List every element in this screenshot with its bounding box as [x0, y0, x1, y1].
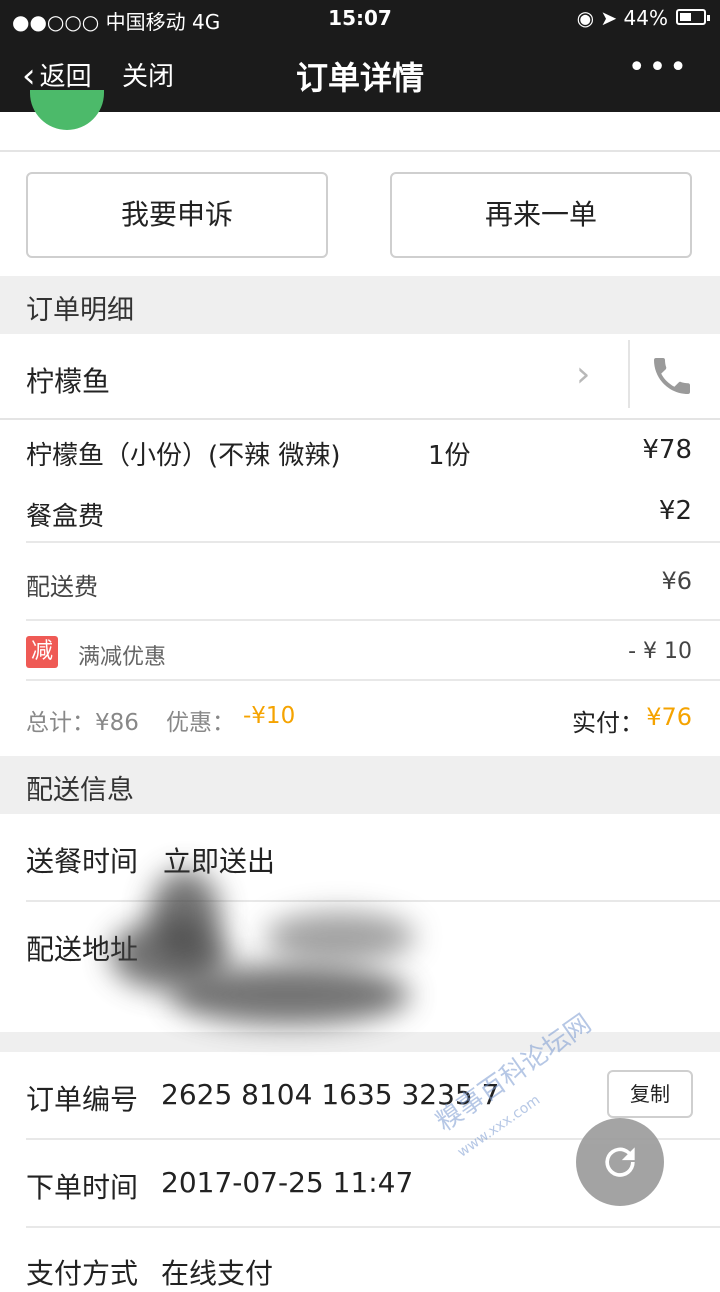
order-time-label: 下单时间	[26, 1171, 139, 1204]
paid-value: ¥76	[646, 703, 692, 731]
complain-button[interactable]: 我要申诉	[26, 172, 328, 258]
more-icon[interactable]: •••	[628, 50, 690, 85]
status-indicators: ◉ ➤ 44%	[576, 6, 668, 30]
shop-name: 柠檬鱼	[26, 365, 111, 398]
delivery-fee-value: ¥6	[661, 567, 692, 595]
refresh-icon	[605, 1147, 635, 1177]
divider	[26, 541, 720, 543]
item-price: ¥78	[642, 435, 692, 465]
offer-value: -¥10	[243, 703, 296, 729]
section-title: 配送信息	[26, 775, 134, 806]
total-label: 总计：¥86	[26, 710, 139, 736]
status-bar: ●●○○○ 中国移动 4G 15:07 ◉ ➤ 44%	[0, 0, 720, 36]
section-gap	[0, 1032, 720, 1052]
redaction	[265, 912, 415, 962]
box-fee-value: ¥2	[658, 496, 692, 526]
nav-bar: ‹ 返回 关闭 订单详情 •••	[0, 36, 720, 112]
divider	[26, 1226, 720, 1228]
item-name: 柠檬鱼（小份）(不辣 微辣)	[26, 441, 341, 471]
copy-button[interactable]: 复制	[607, 1070, 693, 1118]
shop-avatar	[30, 90, 104, 130]
redaction	[170, 965, 410, 1025]
chevron-right-icon[interactable]: ›	[576, 354, 590, 395]
divider	[0, 418, 720, 420]
paid-label: 实付：	[572, 709, 644, 737]
divider	[26, 679, 720, 681]
divider	[26, 619, 720, 621]
section-delivery-info: 配送信息	[0, 756, 720, 814]
section-order-detail: 订单明细	[0, 276, 720, 334]
divider	[26, 900, 720, 902]
item-quantity: 1份	[428, 441, 471, 471]
order-number-label: 订单编号	[26, 1083, 139, 1116]
discount-badge: 减	[26, 636, 58, 668]
phone-icon[interactable]	[648, 352, 696, 400]
page-title: 订单详情	[295, 59, 424, 97]
payment-value: 在线支付	[161, 1257, 274, 1290]
delivery-fee-label: 配送费	[26, 573, 98, 601]
section-title: 订单明细	[26, 295, 134, 326]
order-time-value: 2017-07-25 11:47	[161, 1166, 414, 1199]
divider	[0, 150, 720, 152]
payment-label: 支付方式	[26, 1257, 139, 1290]
discount-value: - ¥ 10	[628, 639, 692, 664]
delivery-time-label: 送餐时间	[26, 845, 139, 878]
shop-row[interactable]: 柠檬鱼	[0, 334, 620, 418]
reorder-button[interactable]: 再来一单	[390, 172, 692, 258]
discount-label: 满减优惠	[78, 645, 167, 670]
offer-label: 优惠：	[166, 710, 235, 736]
divider	[628, 340, 630, 408]
refresh-button[interactable]	[576, 1118, 664, 1206]
box-fee-label: 餐盒费	[26, 502, 105, 532]
battery-icon	[676, 9, 710, 25]
